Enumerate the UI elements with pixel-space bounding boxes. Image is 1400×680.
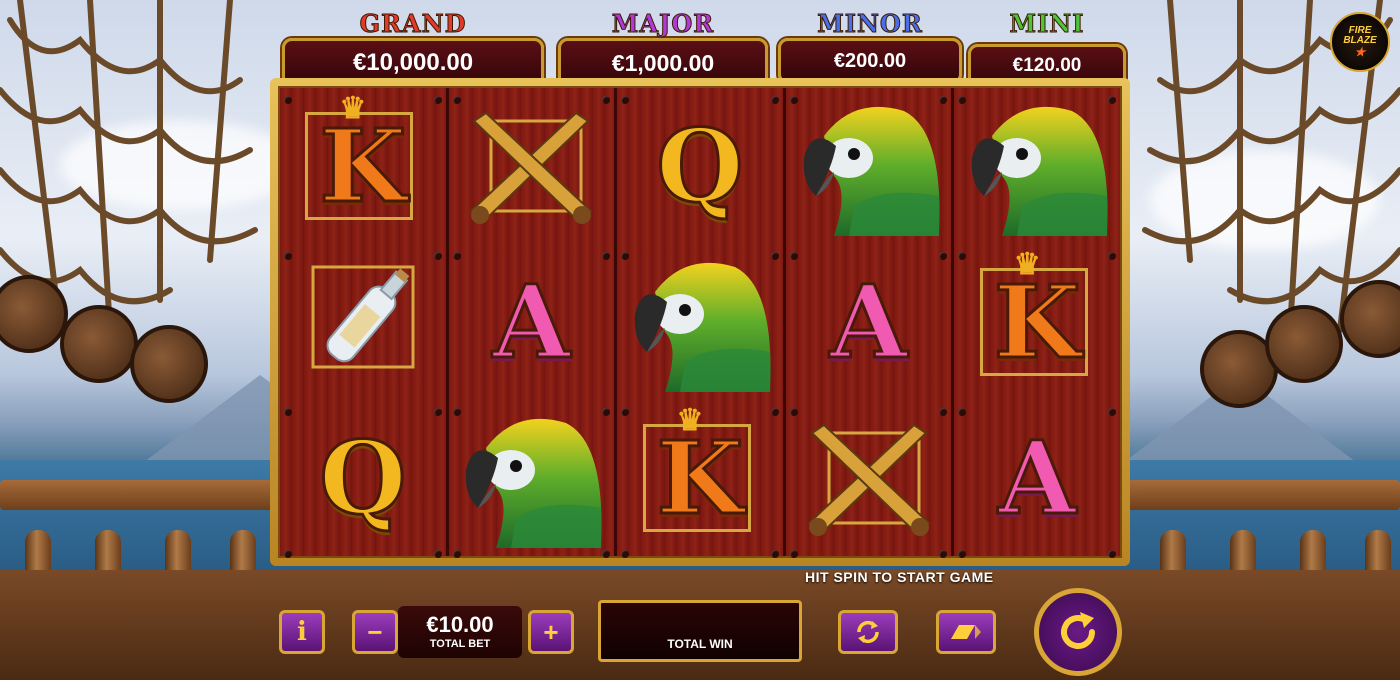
win-label: TOTAL WIN <box>667 637 733 651</box>
symbol-parrot <box>617 244 783 400</box>
parrot-icon <box>634 262 771 392</box>
crown-icon: ♛ <box>676 403 704 438</box>
bet-value: €10.00 <box>426 612 494 637</box>
increase-bet-button[interactable]: + <box>528 610 574 654</box>
jackpot-grand: GRAND €10,000.00 <box>282 8 544 88</box>
symbol-K-letter: K ♛ <box>992 247 1082 381</box>
crown-icon: ♛ <box>339 91 367 126</box>
jackpot-mini-label: MINI <box>1009 9 1085 39</box>
symbol-pistols <box>449 88 615 244</box>
symbol-Q-letter: Q <box>318 419 408 537</box>
spin-icon <box>1061 612 1095 650</box>
symbol-K: K ♛ <box>280 88 446 244</box>
ship-rail-left <box>0 480 290 510</box>
info-icon: i <box>297 617 307 647</box>
autoplay-button[interactable] <box>838 610 898 654</box>
reel-3: Q K ♛ <box>617 88 786 558</box>
decrease-bet-button[interactable]: − <box>352 610 398 654</box>
symbol-parrot <box>954 88 1120 244</box>
logo-star-icon: ★ <box>1354 45 1366 59</box>
jackpot-major-label: MAJOR <box>611 9 715 39</box>
fire-blaze-logo: FIRE BLAZE ★ <box>1330 12 1390 72</box>
symbol-A-letter: A <box>997 419 1078 537</box>
plus-icon: + <box>543 616 559 647</box>
jackpot-grand-label: GRAND <box>359 9 467 39</box>
turbo-button[interactable] <box>936 610 996 654</box>
symbol-A-letter: A <box>828 263 909 381</box>
parrot-icon <box>466 418 602 548</box>
jackpot-minor: MINOR €200.00 <box>778 8 962 84</box>
symbol-parrot <box>786 88 952 244</box>
reel-4: A <box>785 88 955 558</box>
symbol-pistols <box>786 400 952 556</box>
pulley <box>60 305 138 383</box>
symbol-Q: Q <box>280 400 446 556</box>
total-bet-display: €10.00 TOTAL BET <box>398 606 522 658</box>
jackpot-minor-label: MINOR <box>817 9 923 39</box>
symbol-K: K ♛ <box>954 244 1120 400</box>
symbol-K-letter: K ♛ <box>655 403 745 537</box>
symbol-Q-letter: Q <box>655 107 745 225</box>
total-win-display: TOTAL WIN <box>598 600 802 662</box>
symbol-A: A <box>786 244 952 400</box>
pulley <box>1265 305 1343 383</box>
turbo-icon <box>951 625 981 639</box>
status-message: HIT SPIN TO START GAME <box>805 569 994 585</box>
ship-rail-right <box>1120 480 1400 510</box>
jackpot-major: MAJOR €1,000.00 <box>558 8 768 88</box>
symbol-A: A <box>954 400 1120 556</box>
pulley <box>130 325 208 403</box>
symbol-K: K ♛ <box>617 400 783 556</box>
crossed-pistols-icon <box>806 423 931 536</box>
minus-icon: − <box>367 616 383 647</box>
symbol-A-letter: A <box>491 263 572 381</box>
jackpot-mini: MINI €120.00 <box>968 8 1126 88</box>
parrot-icon <box>971 106 1108 236</box>
symbol-A: A <box>449 244 615 400</box>
symbol-parrot <box>449 400 615 556</box>
info-button[interactable]: i <box>279 610 325 654</box>
crown-icon: ♛ <box>1013 247 1041 282</box>
symbol-K-letter: K ♛ <box>318 91 408 225</box>
spin-button[interactable] <box>1034 588 1122 676</box>
message-bottle-icon <box>311 265 415 369</box>
reel-1: K ♛ Q <box>280 88 449 558</box>
reel-5: K ♛ A <box>954 88 1120 558</box>
crossed-pistols-icon <box>469 111 594 224</box>
parrot-icon <box>803 106 940 236</box>
reel-frame: K ♛ Q A Q K ♛ A K ♛ A <box>270 78 1130 566</box>
symbol-bottle <box>280 244 446 400</box>
autoplay-icon <box>857 620 879 644</box>
reel-2: A <box>448 88 618 558</box>
bet-label: TOTAL BET <box>429 638 491 650</box>
symbol-Q: Q <box>617 88 783 244</box>
reel-grid: K ♛ Q A Q K ♛ A K ♛ A <box>278 86 1122 558</box>
